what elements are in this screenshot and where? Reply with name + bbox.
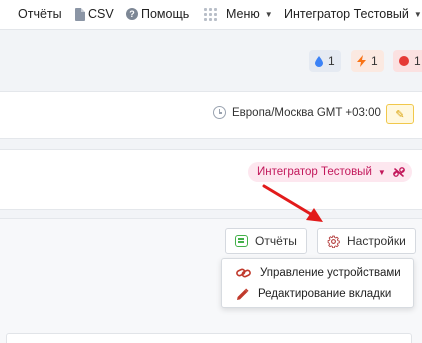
- status-bar: 1 1 1: [0, 30, 422, 91]
- nav-menu-dropdown[interactable]: Меню ▼: [204, 7, 273, 21]
- nav-reports-label: Отчёты: [18, 7, 62, 21]
- status-badge-power[interactable]: 1: [351, 50, 384, 72]
- edit-timezone-button[interactable]: ✎: [386, 104, 414, 124]
- settings-button[interactable]: Настройки: [317, 228, 416, 254]
- list-icon: [235, 235, 248, 247]
- badge-count: 1: [328, 54, 335, 68]
- lightning-icon: [357, 55, 366, 67]
- badge-count: 1: [414, 54, 421, 68]
- nav-user-dropdown[interactable]: Интегратор Тестовый ▼: [284, 7, 422, 21]
- alert-dot-icon: [399, 56, 409, 66]
- drop-icon: [315, 55, 323, 67]
- status-badge-alarm[interactable]: 1: [393, 50, 422, 72]
- pencil-icon: ✎: [395, 108, 405, 121]
- spacer: [0, 139, 422, 149]
- status-badge-water[interactable]: 1: [309, 50, 341, 72]
- nav-user-label: Интегратор Тестовый: [284, 7, 409, 21]
- nav-help-label: Помощь: [141, 7, 190, 21]
- settings-button-label: Настройки: [347, 234, 406, 248]
- menu-item-label: Управление устройствами: [260, 267, 401, 279]
- document-icon: [75, 7, 85, 21]
- caret-down-icon: ▼: [264, 9, 273, 19]
- unlink-icon[interactable]: [392, 166, 406, 178]
- timezone-row: Европа/Москва GMT +03:00 ✎: [0, 91, 422, 139]
- integrator-row: Интегратор Тестовый ▼: [0, 149, 422, 210]
- menu-item-edit-tab[interactable]: Редактирование вкладки: [222, 283, 413, 305]
- integrator-label: Интегратор Тестовый: [257, 166, 372, 178]
- link-icon: [236, 268, 251, 278]
- menu-item-label: Редактирование вкладки: [258, 288, 392, 300]
- spacer: [0, 210, 422, 218]
- caret-down-icon: ▼: [377, 167, 386, 177]
- pencil-icon: [237, 287, 249, 300]
- nav-menu-label: Меню: [226, 7, 260, 21]
- apps-grid-icon: [204, 7, 217, 21]
- badge-count: 1: [371, 54, 378, 68]
- menu-item-manage-devices[interactable]: Управление устройствами: [222, 262, 413, 284]
- reports-button-label: Отчёты: [255, 234, 297, 248]
- caret-down-icon: ▼: [413, 9, 422, 19]
- nav-reports-link[interactable]: Отчёты: [18, 7, 62, 21]
- clock-icon: [213, 106, 226, 119]
- nav-csv-label: CSV: [88, 7, 114, 21]
- timezone-label: Европа/Москва GMT +03:00: [232, 106, 381, 119]
- integrator-dropdown[interactable]: Интегратор Тестовый ▼: [248, 162, 412, 182]
- gear-icon: [327, 235, 340, 248]
- nav-help-link[interactable]: ? Помощь: [126, 7, 189, 21]
- question-icon: ?: [126, 8, 138, 20]
- reports-button[interactable]: Отчёты: [225, 228, 307, 254]
- content-card: [6, 333, 412, 343]
- nav-csv-link[interactable]: CSV: [75, 7, 114, 21]
- top-navbar: Отчёты CSV ? Помощь Меню ▼ Интегратор Те…: [0, 0, 422, 30]
- settings-dropdown-menu: Управление устройствами Редактирование в…: [221, 258, 414, 308]
- timezone-display: Европа/Москва GMT +03:00: [213, 106, 381, 119]
